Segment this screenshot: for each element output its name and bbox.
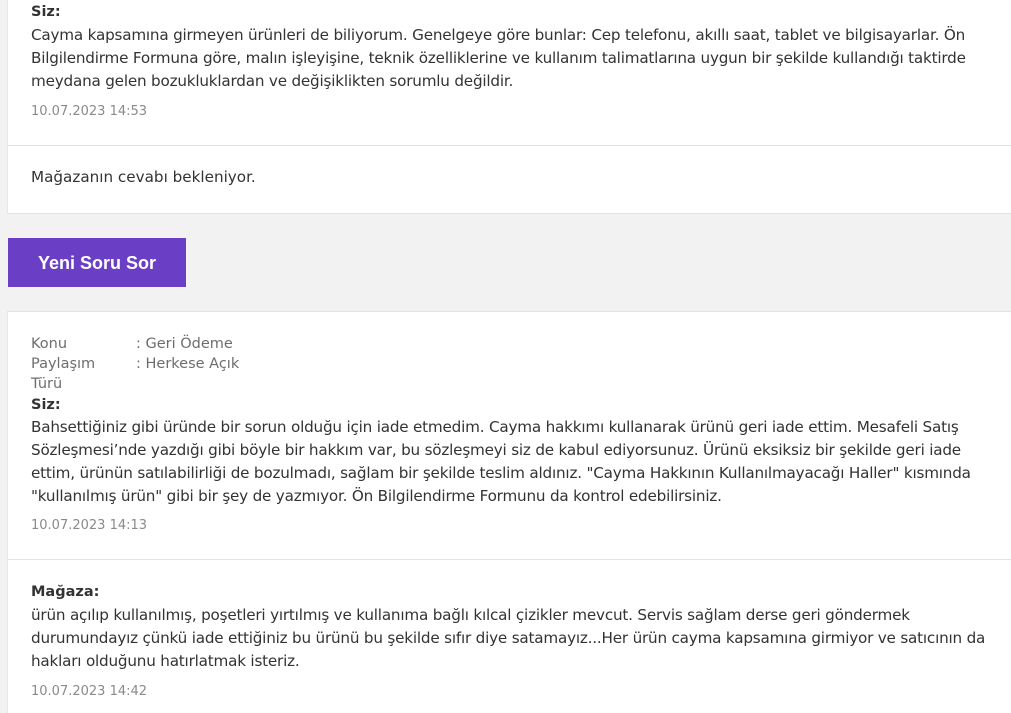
- store-author: Mağaza:: [31, 584, 100, 600]
- question-text: Cayma kapsamına girmeyen ürünleri de bil…: [31, 26, 966, 90]
- store-answer-timestamp: 10.07.2023 14:42: [31, 684, 148, 699]
- share-type-value: : Herkese Açık: [136, 356, 240, 372]
- question-author: Siz:: [31, 397, 61, 413]
- question-author: Siz:: [31, 4, 61, 20]
- question-thread-card: Siz: Cayma kapsamına girmeyen ürünleri d…: [7, 0, 1011, 214]
- question-thread-card: Konu : Geri Ödeme Paylaşım Türü : Herkes…: [7, 311, 1011, 713]
- store-answer-text: ürün açılıp kullanılmış, poşetleri yırtı…: [31, 606, 986, 670]
- subject-value: : Geri Ödeme: [136, 336, 233, 352]
- new-question-button[interactable]: Yeni Soru Sor: [8, 238, 186, 287]
- question-timestamp: 10.07.2023 14:13: [31, 518, 148, 533]
- share-type-label: Paylaşım Türü: [31, 356, 96, 392]
- thread-divider: [8, 145, 1011, 146]
- thread-divider: [8, 559, 1011, 560]
- subject-label: Konu: [31, 336, 68, 352]
- question-timestamp: 10.07.2023 14:53: [31, 104, 148, 119]
- question-text: Bahsettiğiniz gibi üründe bir sorun oldu…: [31, 418, 971, 505]
- awaiting-reply-status: Mağazanın cevabı bekleniyor.: [31, 168, 256, 186]
